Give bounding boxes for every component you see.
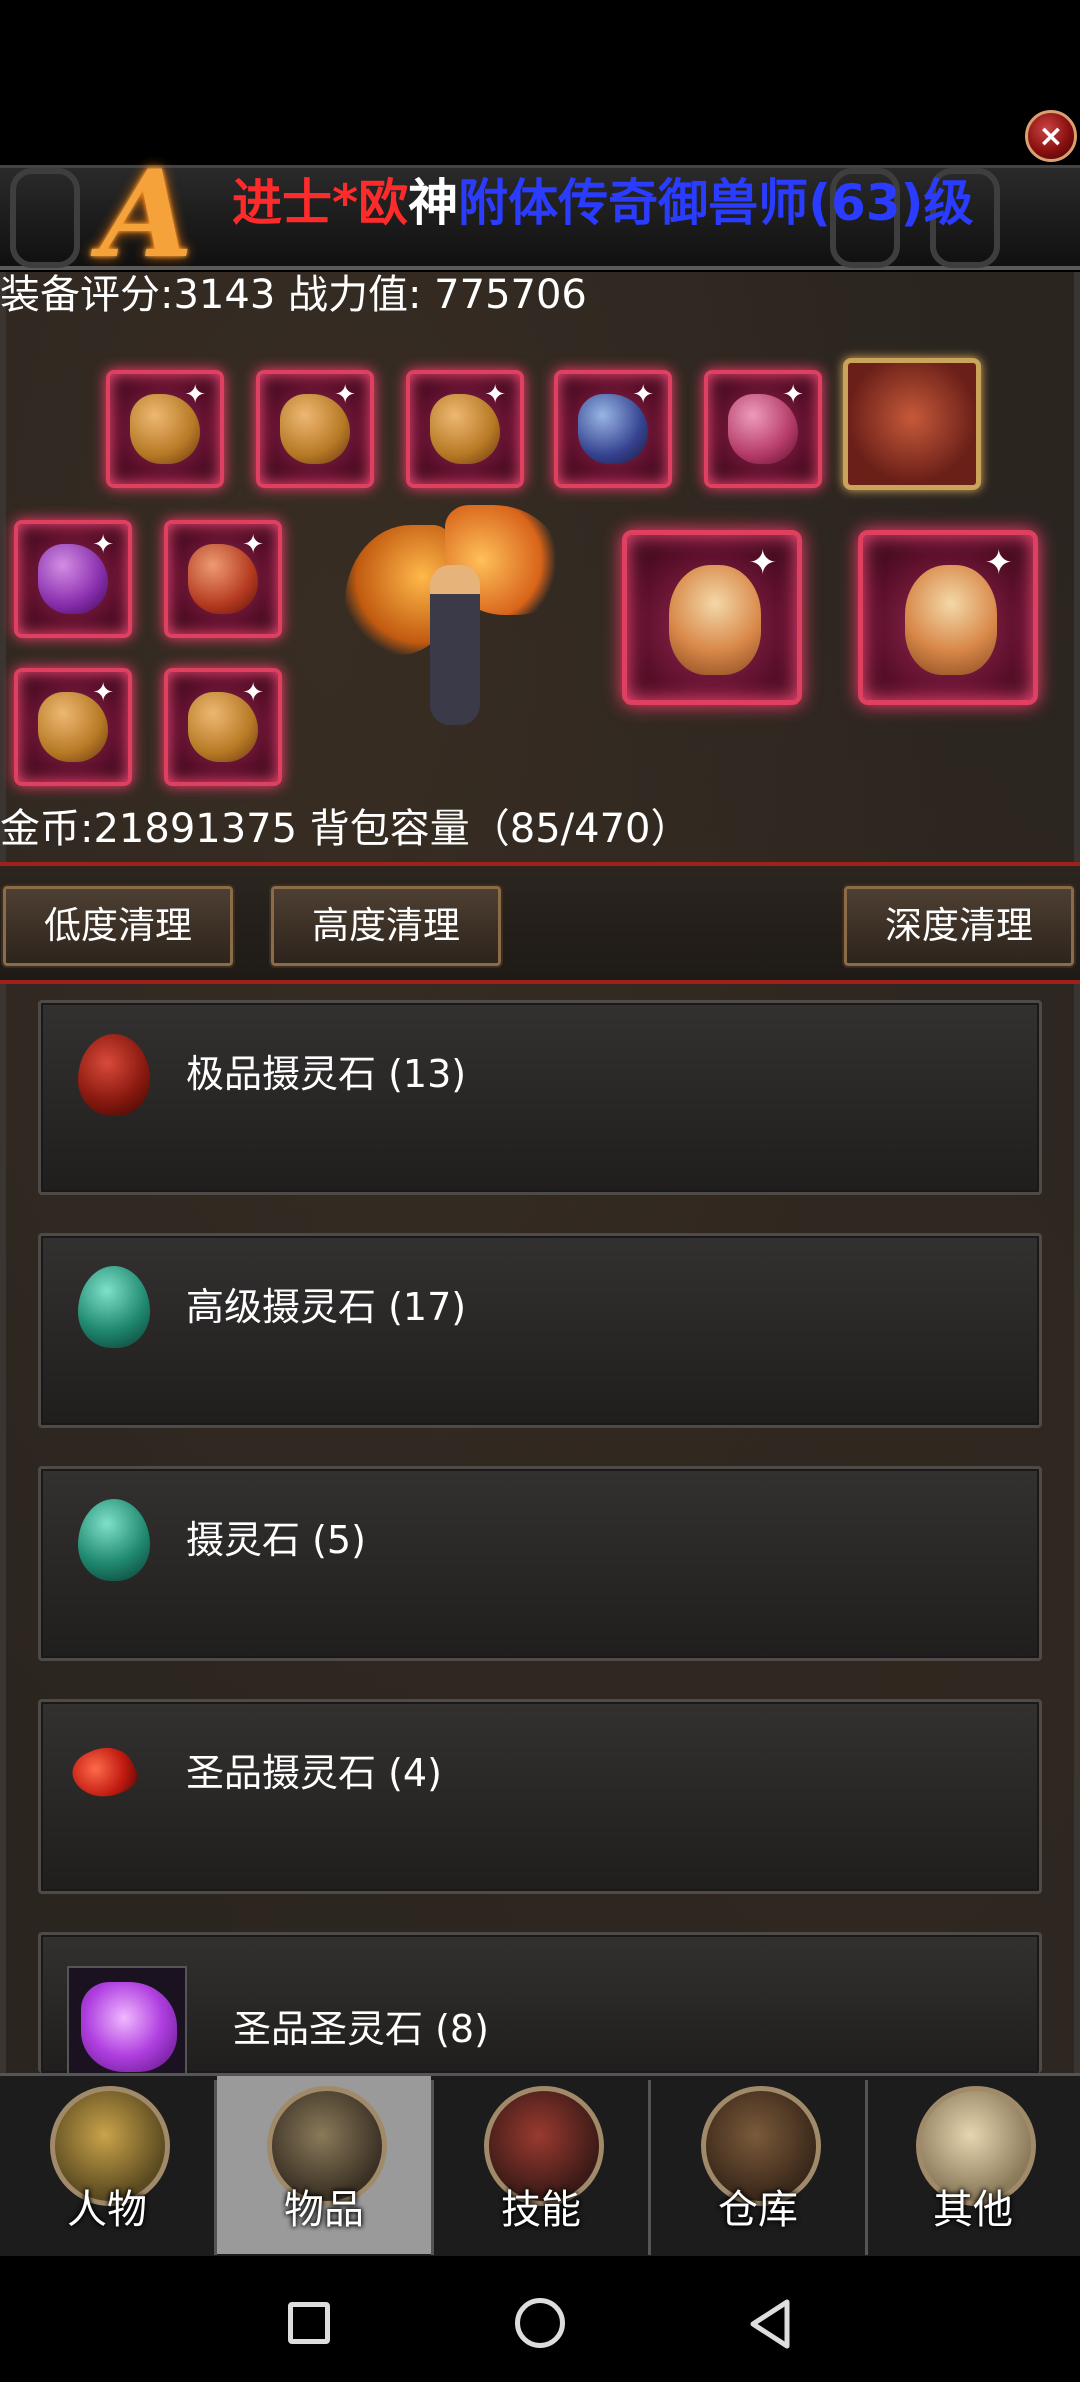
gold-and-bag-capacity: 金币:21891375 背包容量（85/470） xyxy=(0,806,691,852)
pet-squirrel-slot-2[interactable]: ✦ xyxy=(858,530,1038,705)
pet-squirrel-slot-1[interactable]: ✦ xyxy=(622,530,802,705)
sparkle-icon: ✦ xyxy=(334,380,356,410)
equipment-slot-1[interactable]: ✦ xyxy=(106,370,224,488)
item-label: 圣品圣灵石 (8) xyxy=(233,2007,489,2051)
recent-apps-icon[interactable] xyxy=(288,2302,330,2344)
sparkle-icon: ✦ xyxy=(484,380,506,410)
back-icon[interactable] xyxy=(745,2298,795,2350)
deep-clean-button[interactable]: 深度清理 xyxy=(842,884,1076,968)
close-button[interactable]: × xyxy=(1025,110,1077,162)
item-label: 摄灵石 (5) xyxy=(186,1518,366,1562)
red-stone-icon xyxy=(78,1034,150,1116)
low-clean-button[interactable]: 低度清理 xyxy=(1,884,235,968)
equipment-slot-3[interactable]: ✦ xyxy=(406,370,524,488)
tab-label: 人物 xyxy=(67,2187,147,2233)
sparkle-icon: ✦ xyxy=(748,543,778,583)
tab-skills[interactable]: 技能 xyxy=(434,2076,648,2254)
high-clean-button[interactable]: 高度清理 xyxy=(269,884,503,968)
sparkle-icon: ✦ xyxy=(242,678,264,708)
character-avatar xyxy=(345,505,565,730)
close-icon: × xyxy=(1038,118,1064,154)
chain-decoration xyxy=(10,168,80,268)
sparkle-icon: ✦ xyxy=(782,380,804,410)
tab-label: 物品 xyxy=(284,2187,364,2233)
item-label: 圣品摄灵石 (4) xyxy=(186,1751,442,1795)
tab-label: 技能 xyxy=(501,2187,581,2233)
home-icon[interactable] xyxy=(515,2298,565,2348)
squirrel-pet-icon xyxy=(905,565,997,675)
item-label: 高级摄灵石 (17) xyxy=(186,1285,467,1329)
sparkle-icon: ✦ xyxy=(92,530,114,560)
equipment-slot-7[interactable]: ✦ xyxy=(164,520,282,638)
equipment-slot-2[interactable]: ✦ xyxy=(256,370,374,488)
sparkle-icon: ✦ xyxy=(92,678,114,708)
pet-fox-slot[interactable] xyxy=(843,358,981,490)
title-god: 神 xyxy=(408,174,459,232)
item-label: 极品摄灵石 (13) xyxy=(186,1052,467,1096)
tab-character[interactable]: 人物 xyxy=(0,2076,214,2254)
tab-label: 其他 xyxy=(933,2187,1013,2233)
equipment-slot-9[interactable]: ✦ xyxy=(164,668,282,786)
sparkle-icon: ✦ xyxy=(242,530,264,560)
green-stone-icon xyxy=(78,1499,150,1581)
equipment-stats: 装备评分:3143 战力值: 775706 xyxy=(0,272,587,318)
tab-other[interactable]: 其他 xyxy=(866,2076,1080,2254)
status-bar-area xyxy=(0,0,1080,165)
equipment-slot-5[interactable]: ✦ xyxy=(704,370,822,488)
title-class-level: 附体传奇御兽师(63)级 xyxy=(458,174,974,232)
sparkle-icon: ✦ xyxy=(184,380,206,410)
equipment-slot-6[interactable]: ✦ xyxy=(14,520,132,638)
title-rank: 进士*欧 xyxy=(232,174,409,232)
character-title: 进士*欧神附体传奇御兽师(63)级 xyxy=(232,168,973,238)
purple-stone-icon xyxy=(67,1966,187,2076)
green-stone-icon xyxy=(78,1266,150,1348)
sparkle-icon: ✦ xyxy=(984,543,1014,583)
sparkle-icon: ✦ xyxy=(632,380,654,410)
tab-warehouse[interactable]: 仓库 xyxy=(651,2076,865,2254)
tab-label: 仓库 xyxy=(718,2187,798,2233)
squirrel-pet-icon xyxy=(669,565,761,675)
equipment-slot-4[interactable]: ✦ xyxy=(554,370,672,488)
game-logo: A xyxy=(100,144,194,285)
tab-items[interactable]: 物品 xyxy=(217,2076,431,2254)
list-item[interactable] xyxy=(38,1932,1042,2073)
equipment-slot-8[interactable]: ✦ xyxy=(14,668,132,786)
